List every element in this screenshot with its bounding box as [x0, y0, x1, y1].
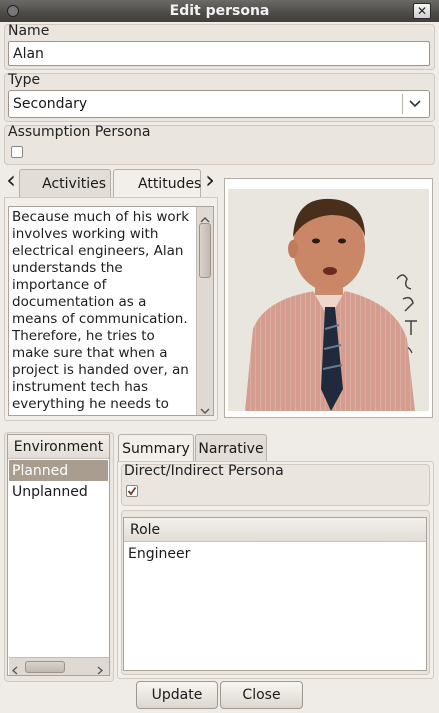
type-label: Type	[8, 72, 41, 88]
name-input[interactable]: Alan	[8, 41, 430, 66]
attitudes-scroll-thumb[interactable]	[199, 223, 211, 278]
type-select-value: Secondary	[13, 96, 88, 112]
role-column-header[interactable]: Role	[124, 518, 426, 542]
direct-indirect-checkbox[interactable]	[126, 485, 138, 497]
environment-item-unplanned[interactable]: Unplanned	[9, 481, 108, 502]
persona-photo	[225, 179, 432, 417]
attitudes-textview[interactable]: Because much of his work involves workin…	[8, 206, 214, 416]
tab-activities-label: Activities	[42, 175, 106, 192]
tab-attitudes-label: Attitudes	[138, 175, 202, 192]
tab-narrative-label: Narrative	[198, 440, 264, 457]
attitudes-scrollbar[interactable]	[196, 207, 213, 415]
environment-hscrollbar[interactable]	[9, 657, 109, 675]
tab-summary[interactable]: Summary	[118, 434, 194, 462]
scroll-right-icon[interactable]	[97, 663, 103, 679]
environment-hscroll-thumb[interactable]	[25, 661, 65, 673]
scroll-left-icon[interactable]	[12, 663, 18, 679]
tab-summary-label: Summary	[122, 440, 190, 457]
type-select-separator	[402, 94, 403, 114]
tab-activities[interactable]: Activities	[19, 169, 111, 197]
environment-item-label: Unplanned	[12, 483, 88, 500]
environment-list[interactable]: Environment Planned Unplanned	[7, 434, 110, 676]
environment-item-planned[interactable]: Planned	[9, 460, 108, 481]
environment-item-label: Planned	[12, 462, 69, 479]
close-button[interactable]: Close	[220, 681, 303, 709]
table-row[interactable]: Engineer	[125, 543, 425, 564]
scroll-down-icon[interactable]	[200, 403, 210, 415]
chevron-down-icon[interactable]	[405, 91, 425, 117]
tab-scroll-right-icon[interactable]: ›	[204, 168, 216, 192]
role-table[interactable]: Role Engineer	[123, 517, 427, 671]
update-button[interactable]: Update	[136, 681, 218, 709]
window-close-button[interactable]: ✕	[413, 3, 431, 19]
attitudes-text: Because much of his work involves workin…	[12, 209, 190, 415]
window-title: Edit persona	[169, 3, 270, 19]
close-button-label: Close	[242, 687, 281, 703]
assumption-checkbox[interactable]	[11, 146, 23, 158]
window-titlebar: Edit persona ✕	[0, 0, 439, 22]
tab-attitudes[interactable]: Attitudes	[113, 169, 201, 197]
check-icon	[127, 486, 137, 496]
name-label: Name	[8, 23, 50, 39]
direct-indirect-label: Direct/Indirect Persona	[124, 463, 284, 479]
assumption-label: Assumption Persona	[8, 124, 151, 140]
environment-header-label: Environment	[13, 438, 104, 455]
environment-header[interactable]: Environment	[8, 435, 109, 459]
window-menu-icon[interactable]	[7, 5, 19, 17]
role-column-header-label: Role	[130, 521, 161, 538]
persona-photo-frame[interactable]	[224, 178, 433, 418]
tab-narrative[interactable]: Narrative	[195, 434, 267, 462]
tab-scroll-left-icon[interactable]: ‹	[5, 168, 17, 192]
role-cell: Engineer	[128, 545, 191, 562]
type-select[interactable]: Secondary	[8, 90, 430, 118]
update-button-label: Update	[151, 687, 203, 703]
